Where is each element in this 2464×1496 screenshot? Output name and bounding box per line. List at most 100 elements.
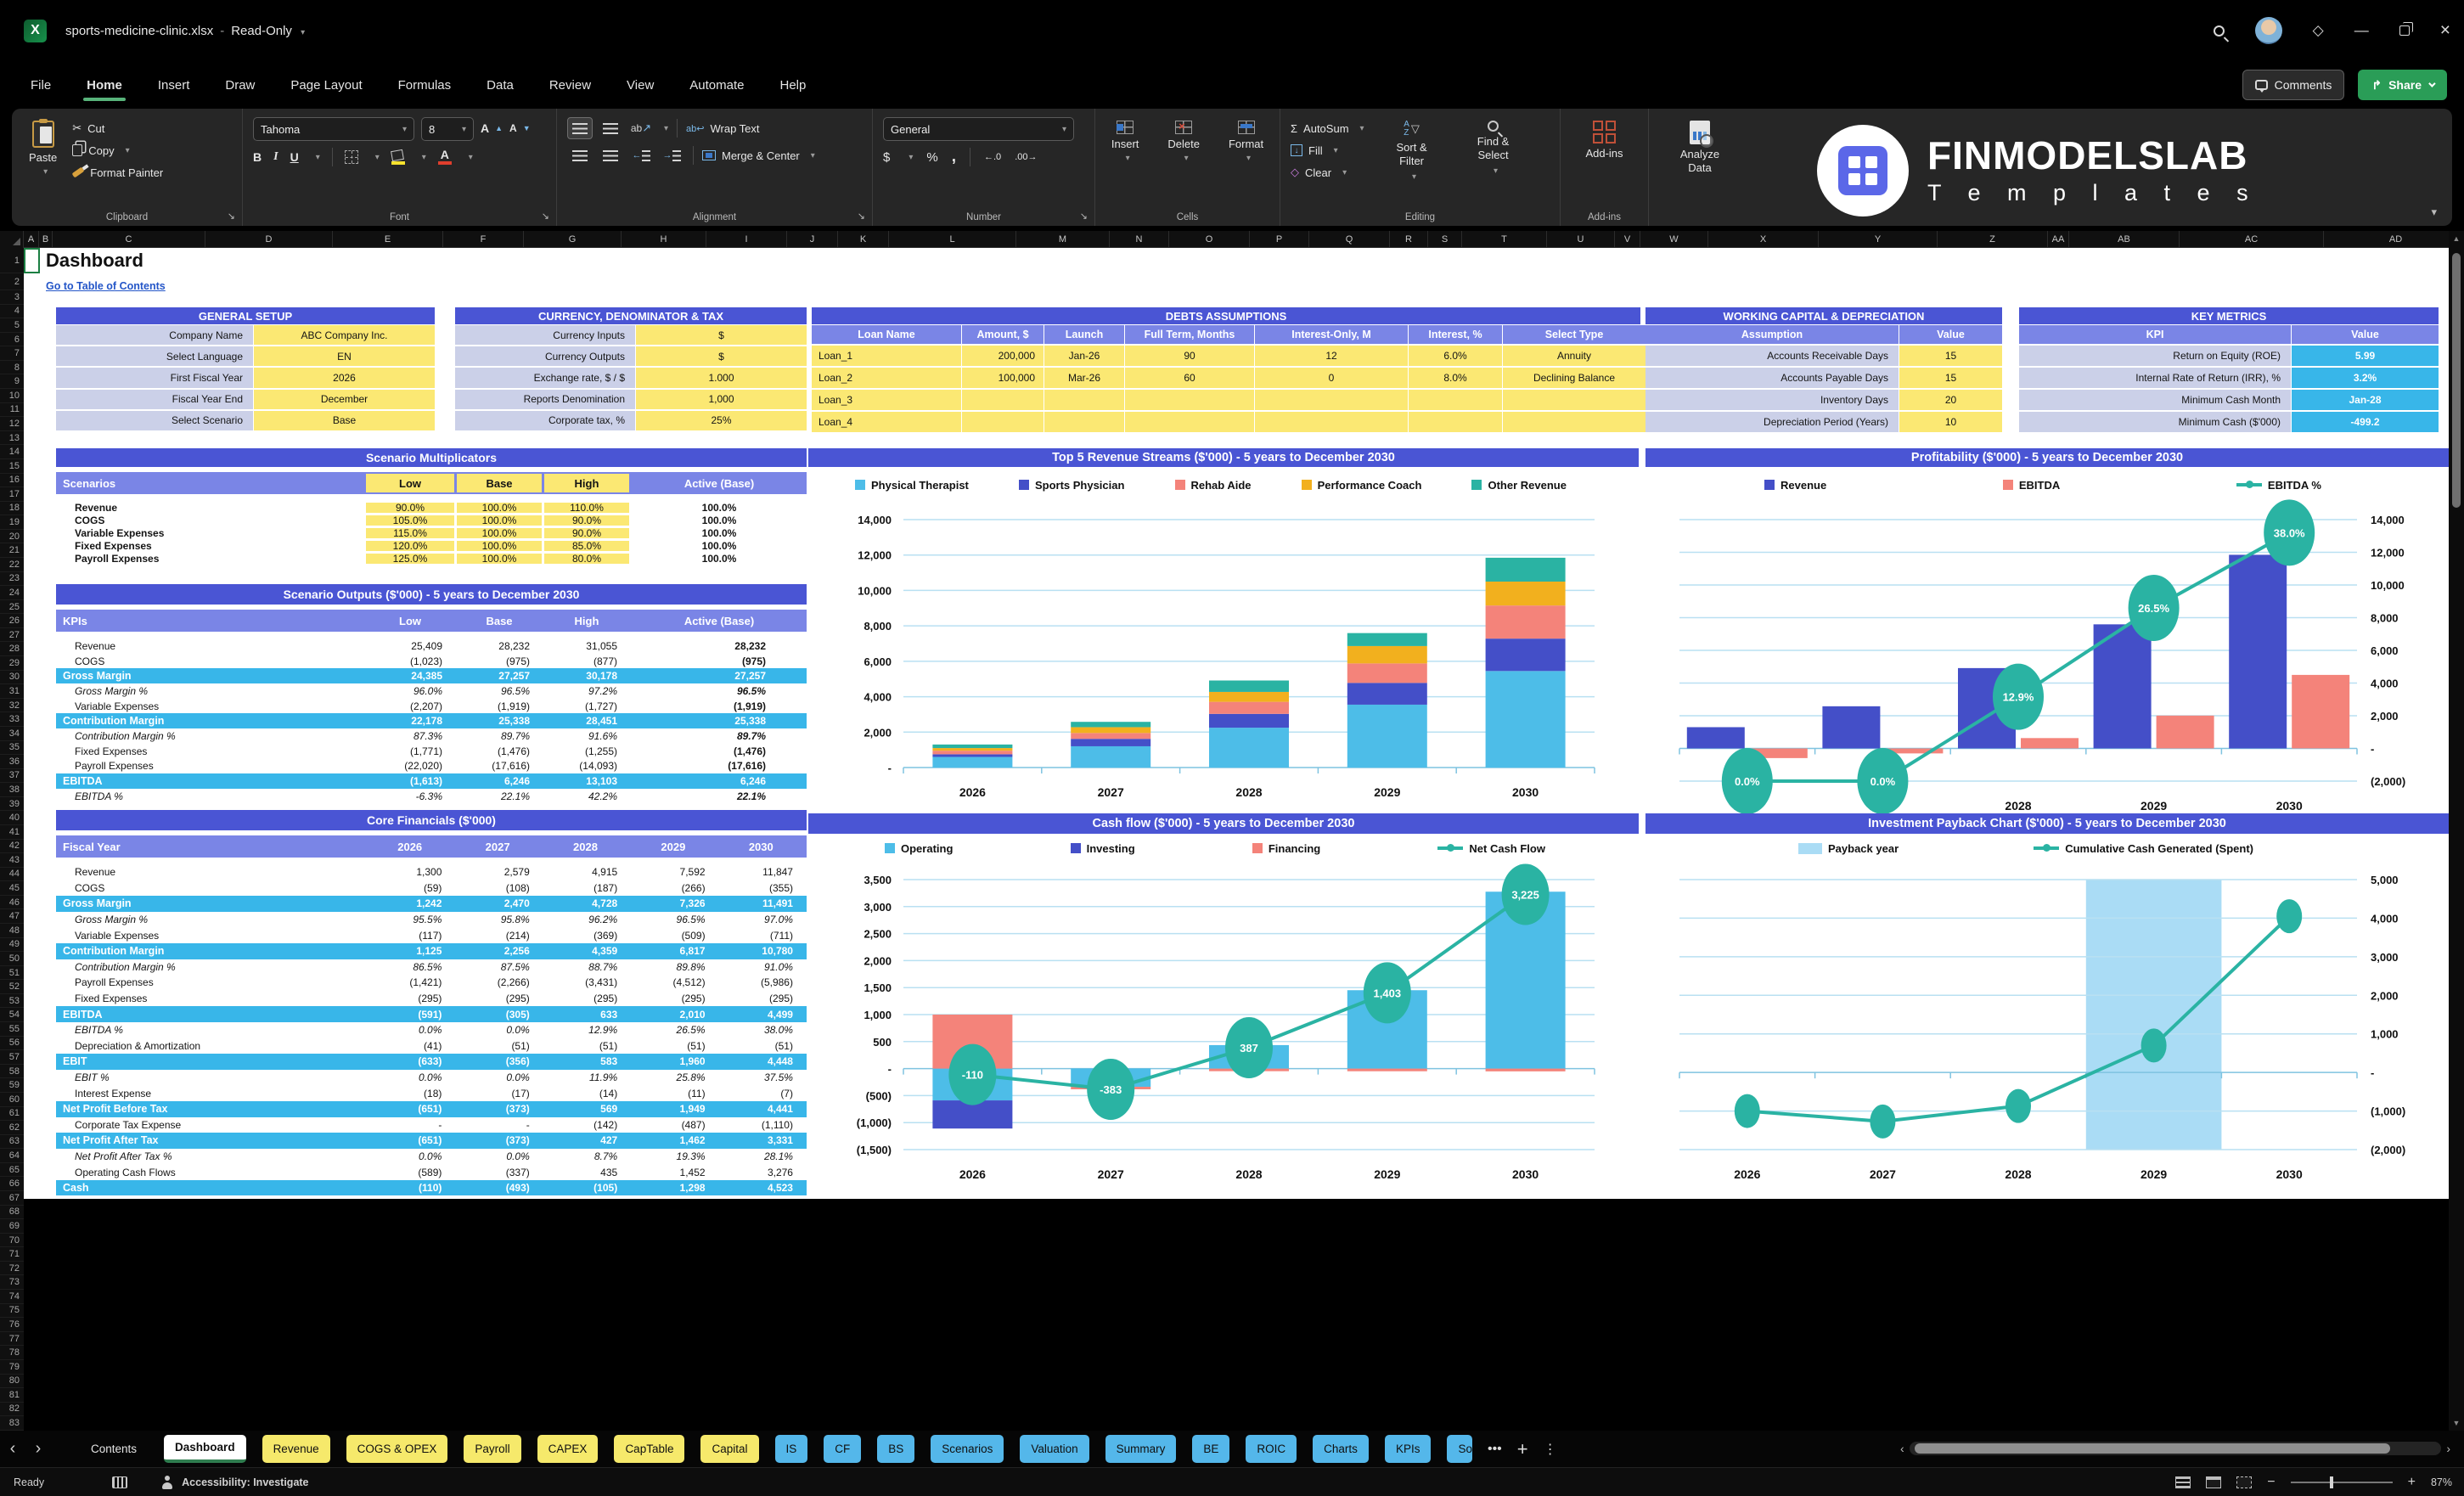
menu-tab-help[interactable]: Help: [779, 71, 808, 99]
cell-input[interactable]: 10: [1899, 412, 2002, 432]
cell-input[interactable]: Jan-26: [1044, 346, 1124, 366]
accessibility-icon[interactable]: [161, 1475, 173, 1489]
sheet-tab-contents[interactable]: Contents: [80, 1435, 148, 1463]
row-header-11[interactable]: 11: [0, 403, 24, 418]
align-middle-button[interactable]: [598, 117, 623, 139]
column-header-P[interactable]: P: [1250, 231, 1309, 247]
row-header-5[interactable]: 5: [0, 318, 24, 333]
page-layout-view-button[interactable]: [2206, 1476, 2222, 1488]
row-header-54[interactable]: 54: [0, 1008, 24, 1023]
cell[interactable]: 100.0%: [457, 502, 542, 514]
row-header-10[interactable]: 10: [0, 389, 24, 403]
column-header-V[interactable]: V: [1615, 231, 1640, 247]
row-header-6[interactable]: 6: [0, 333, 24, 347]
row-header-75[interactable]: 75: [0, 1304, 24, 1319]
sheet-tab-summary[interactable]: Summary: [1105, 1435, 1177, 1463]
horizontal-scroll-thumb[interactable]: [1914, 1443, 2390, 1454]
zoom-out-button[interactable]: −: [2267, 1475, 2275, 1490]
column-header-Z[interactable]: Z: [1938, 231, 2048, 247]
row-header-35[interactable]: 35: [0, 741, 24, 756]
diamond-icon[interactable]: ◇: [2313, 22, 2324, 39]
menu-tab-home[interactable]: Home: [83, 71, 126, 101]
cell-input[interactable]: $: [636, 346, 807, 367]
row-header-25[interactable]: 25: [0, 600, 24, 615]
normal-view-button[interactable]: [2175, 1476, 2191, 1488]
cell-input[interactable]: 6.0%: [1409, 346, 1502, 366]
cell-input[interactable]: Loan_4: [812, 412, 961, 432]
row-header-80[interactable]: 80: [0, 1375, 24, 1389]
cell[interactable]: 105.0%: [366, 515, 454, 526]
sheet-tab-charts[interactable]: Charts: [1313, 1435, 1369, 1463]
row-header-66[interactable]: 66: [0, 1177, 24, 1191]
menu-tab-review[interactable]: Review: [548, 71, 593, 99]
cell[interactable]: 115.0%: [366, 527, 454, 539]
cell-input[interactable]: Mar-26: [1044, 368, 1124, 388]
minimize-button[interactable]: —: [2354, 22, 2369, 39]
font-name-select[interactable]: Tahoma ▾: [253, 117, 414, 141]
row-header-69[interactable]: 69: [0, 1219, 24, 1234]
delete-cells-button[interactable]: × Delete ▾: [1161, 117, 1207, 166]
row-header-29[interactable]: 29: [0, 656, 24, 671]
column-header-H[interactable]: H: [622, 231, 706, 247]
cell-input[interactable]: [1255, 412, 1408, 432]
tab-menu-button[interactable]: ⋮: [1544, 1441, 1557, 1458]
row-header-30[interactable]: 30: [0, 671, 24, 685]
number-dialog-launcher[interactable]: ↘: [1080, 211, 1088, 222]
row-header-22[interactable]: 22: [0, 558, 24, 572]
column-header-L[interactable]: L: [889, 231, 1016, 247]
row-header-70[interactable]: 70: [0, 1234, 24, 1248]
column-header-AA[interactable]: AA: [2048, 231, 2069, 247]
increase-indent-button[interactable]: →: [659, 144, 684, 166]
column-header-R[interactable]: R: [1390, 231, 1428, 247]
row-header-26[interactable]: 26: [0, 614, 24, 628]
sheet-tab-scenarios[interactable]: Scenarios: [931, 1435, 1004, 1463]
clear-button[interactable]: ◇ Clear ▾: [1291, 161, 1364, 183]
borders-button[interactable]: [344, 150, 358, 164]
row-header-64[interactable]: 64: [0, 1149, 24, 1163]
row-header-82[interactable]: 82: [0, 1403, 24, 1417]
column-header-U[interactable]: U: [1547, 231, 1615, 247]
row-header-45[interactable]: 45: [0, 881, 24, 896]
row-header-33[interactable]: 33: [0, 712, 24, 727]
italic-button[interactable]: I: [273, 150, 278, 164]
sheet-tab-revenue[interactable]: Revenue: [262, 1435, 330, 1463]
cell-input[interactable]: Loan_2: [812, 368, 961, 388]
cell[interactable]: 110.0%: [544, 502, 629, 514]
cut-button[interactable]: ✂ Cut: [72, 117, 163, 139]
cell-input[interactable]: 1,000: [636, 389, 807, 409]
row-header-79[interactable]: 79: [0, 1360, 24, 1375]
sheet-tab-captable[interactable]: CapTable: [614, 1435, 685, 1463]
format-painter-button[interactable]: Format Painter: [71, 161, 163, 183]
row-header-58[interactable]: 58: [0, 1065, 24, 1079]
column-header-N[interactable]: N: [1110, 231, 1169, 247]
column-header-X[interactable]: X: [1708, 231, 1819, 247]
row-header-2[interactable]: 2: [0, 273, 24, 290]
cell[interactable]: 90.0%: [366, 502, 454, 514]
row-header-55[interactable]: 55: [0, 1022, 24, 1037]
merge-center-button[interactable]: Merge & Center ▾: [702, 144, 815, 166]
row-header-15[interactable]: 15: [0, 459, 24, 474]
row-header-77[interactable]: 77: [0, 1332, 24, 1347]
kpi-value-cell[interactable]: Jan-28: [2292, 390, 2439, 410]
cell[interactable]: 90.0%: [544, 515, 629, 526]
cell-input[interactable]: 90: [1125, 346, 1254, 366]
row-header-21[interactable]: 21: [0, 543, 24, 558]
selected-cell-a1[interactable]: [24, 248, 40, 273]
cell-input[interactable]: 2026: [254, 368, 435, 388]
cell-input[interactable]: 100,000: [962, 368, 1044, 388]
clipboard-dialog-launcher[interactable]: ↘: [228, 211, 235, 222]
row-header-49[interactable]: 49: [0, 938, 24, 953]
cell-input[interactable]: [1044, 390, 1124, 410]
sheet-tab-be[interactable]: BE: [1192, 1435, 1230, 1463]
cell-input[interactable]: 1.000: [636, 368, 807, 388]
menu-tab-view[interactable]: View: [625, 71, 655, 99]
alignment-dialog-launcher[interactable]: ↘: [858, 211, 865, 222]
row-header-76[interactable]: 76: [0, 1318, 24, 1332]
row-header-71[interactable]: 71: [0, 1247, 24, 1262]
cell-input[interactable]: $: [636, 325, 807, 346]
cell-input[interactable]: December: [254, 389, 435, 409]
underline-button[interactable]: U: [290, 150, 299, 164]
orientation-button[interactable]: ab ↗: [628, 117, 654, 139]
font-dialog-launcher[interactable]: ↘: [542, 211, 549, 222]
row-header-52[interactable]: 52: [0, 980, 24, 994]
